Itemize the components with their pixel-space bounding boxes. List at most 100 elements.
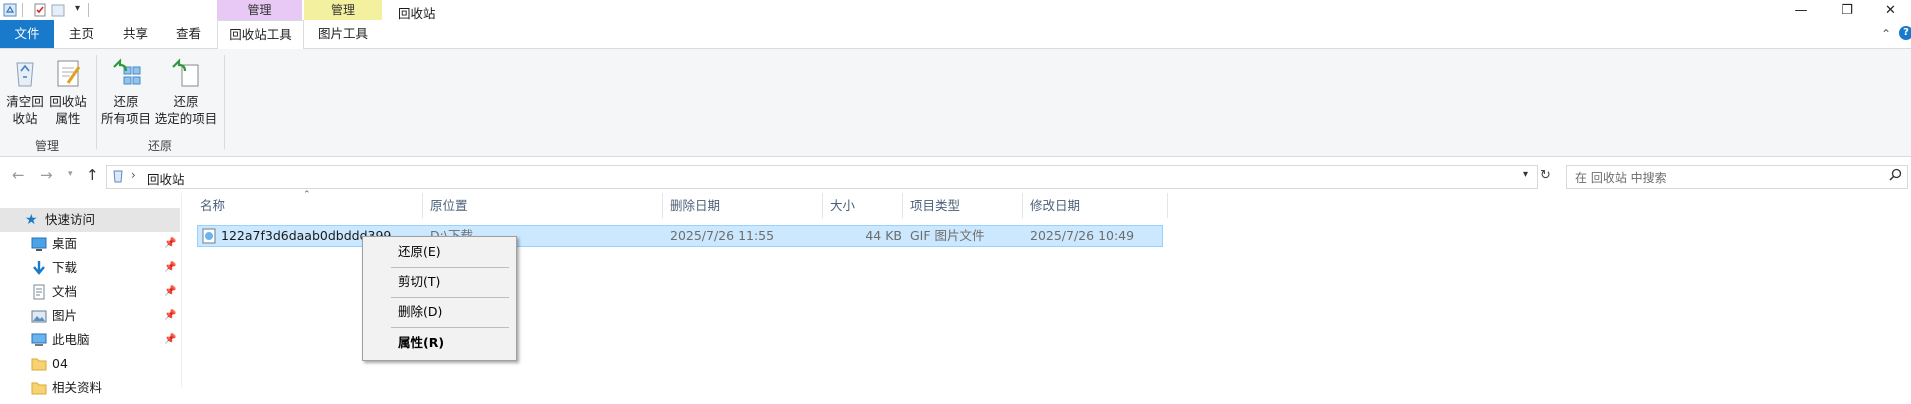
column-header-date-modified[interactable]: 修改日期 xyxy=(1023,193,1168,218)
tab-home[interactable]: 主页 xyxy=(60,20,103,48)
nav-label: 桌面 xyxy=(52,236,78,251)
context-header-manage-picture: 管理 xyxy=(304,0,382,20)
nav-item-desktop[interactable]: 桌面 📌 xyxy=(0,232,180,256)
nav-label: 下载 xyxy=(52,260,78,275)
minimize-button[interactable]: — xyxy=(1778,0,1824,22)
nav-item-documents[interactable]: 文档 📌 xyxy=(0,280,180,304)
nav-item-quick-access[interactable]: ★ 快速访问 xyxy=(0,208,180,232)
menu-item-restore[interactable]: 还原(E) xyxy=(364,240,515,264)
navigation-bar: ← → ▾ ↑ › 回收站 ▾ ↻ 在 回收站 中搜索 xyxy=(0,158,1911,192)
tab-file[interactable]: 文件 xyxy=(0,20,54,48)
up-arrow-icon[interactable]: ↑ xyxy=(86,166,99,184)
button-label: 还原 xyxy=(173,94,199,109)
recycle-bin-icon xyxy=(9,57,41,89)
new-folder-icon[interactable] xyxy=(51,3,65,17)
menu-separator xyxy=(391,327,509,328)
download-arrow-icon xyxy=(31,260,47,276)
search-icon[interactable] xyxy=(1889,168,1902,184)
column-header-type[interactable]: 项目类型 xyxy=(903,193,1023,218)
button-label: 还原 xyxy=(113,94,139,109)
button-label: 所有项目 xyxy=(100,111,151,126)
restore-button[interactable]: ❐ xyxy=(1824,0,1870,22)
restore-all-items-button[interactable]: 还原 所有项目 xyxy=(100,57,152,127)
folder-icon xyxy=(31,380,47,396)
address-dropdown-chevron-icon[interactable]: ▾ xyxy=(1523,169,1528,180)
group-label-manage: 管理 xyxy=(34,139,59,153)
column-header-name[interactable]: 名称 xyxy=(193,193,423,218)
nav-label: 快速访问 xyxy=(45,212,96,227)
pin-icon: 📌 xyxy=(164,286,177,297)
file-type: GIF 图片文件 xyxy=(910,228,985,243)
forward-arrow-icon[interactable]: → xyxy=(40,166,53,184)
tab-recycle-bin-tools[interactable]: 回收站工具 xyxy=(217,20,304,50)
computer-icon xyxy=(31,332,47,348)
file-row[interactable]: 122a7f3d6daab0dbddd399f..4 D:\下载 2025/7/… xyxy=(197,225,1163,247)
nav-label: 图片 xyxy=(52,308,78,323)
group-separator xyxy=(224,55,225,149)
ribbon-body: 清空回 收站 回收站 属性 管理 还原 所有项目 还原 选定的项目 还原 xyxy=(0,49,1911,157)
breadcrumb-recycle-bin[interactable]: 回收站 xyxy=(147,169,185,188)
search-placeholder: 在 回收站 中搜索 xyxy=(1575,171,1667,185)
context-header-manage: 管理 xyxy=(217,0,302,20)
group-separator xyxy=(96,55,97,149)
customize-qat-icon[interactable]: ▾ xyxy=(75,3,80,14)
recycle-bin-icon xyxy=(111,169,125,183)
pin-icon: 📌 xyxy=(164,310,177,321)
folder-icon xyxy=(31,356,47,372)
menu-separator xyxy=(391,297,509,298)
properties-icon[interactable] xyxy=(33,3,47,17)
column-header-row: ⌃ 名称 原位置 删除日期 大小 项目类型 修改日期 xyxy=(193,190,1168,218)
help-icon[interactable]: ? xyxy=(1899,26,1911,40)
menu-separator xyxy=(391,267,509,268)
button-label: 属性 xyxy=(55,111,81,126)
nav-item-folder-04[interactable]: 04 xyxy=(0,352,180,376)
recycle-bin-app-icon xyxy=(3,3,17,17)
document-icon xyxy=(31,284,47,300)
search-box[interactable]: 在 回收站 中搜索 xyxy=(1566,165,1908,189)
menu-item-cut[interactable]: 剪切(T) xyxy=(364,270,515,294)
nav-item-folder-materials[interactable]: 相关资料 xyxy=(0,376,180,400)
column-header-original-location[interactable]: 原位置 xyxy=(423,193,663,218)
nav-label: 此电脑 xyxy=(52,332,90,347)
file-date-deleted: 2025/7/26 11:55 xyxy=(670,228,775,243)
column-header-date-deleted[interactable]: 删除日期 xyxy=(663,193,823,218)
restore-selected-icon xyxy=(170,57,202,89)
tab-view[interactable]: 查看 xyxy=(167,20,210,48)
back-arrow-icon[interactable]: ← xyxy=(12,166,25,184)
context-menu: 还原(E) 剪切(T) 删除(D) 属性(R) xyxy=(362,236,517,361)
nav-label: 04 xyxy=(52,356,68,371)
recent-locations-chevron-icon[interactable]: ▾ xyxy=(68,169,73,179)
navigation-pane: ★ 快速访问 桌面 📌 下载 📌 文档 📌 图片 📌 此电脑 📌 04 相关资料 xyxy=(0,193,182,395)
tab-picture-tools[interactable]: 图片工具 xyxy=(304,20,382,48)
menu-item-delete[interactable]: 删除(D) xyxy=(364,300,515,324)
button-label: 收站 xyxy=(12,111,38,126)
picture-icon xyxy=(31,308,47,324)
properties-icon xyxy=(52,57,84,89)
pin-icon: 📌 xyxy=(164,334,177,345)
divider xyxy=(88,3,89,17)
ribbon-tab-row: 文件 主页 共享 查看 回收站工具 图片工具 ⌃ ? xyxy=(0,20,1911,50)
star-icon: ★ xyxy=(25,212,38,228)
column-header-size[interactable]: 大小 xyxy=(823,193,903,218)
desktop-icon xyxy=(31,236,47,252)
empty-recycle-bin-button[interactable]: 清空回 收站 xyxy=(4,57,46,127)
refresh-icon[interactable]: ↻ xyxy=(1540,168,1551,183)
button-label: 选定的项目 xyxy=(154,111,218,126)
nav-item-pictures[interactable]: 图片 📌 xyxy=(0,304,180,328)
restore-selected-items-button[interactable]: 还原 选定的项目 xyxy=(154,57,218,127)
title-bar: ▾ 管理 管理 回收站 — ❐ ✕ xyxy=(0,0,1911,22)
address-bar[interactable]: › 回收站 ▾ xyxy=(106,165,1538,189)
recycle-bin-properties-button[interactable]: 回收站 属性 xyxy=(47,57,89,127)
breadcrumb-separator: › xyxy=(131,168,136,182)
nav-item-downloads[interactable]: 下载 📌 xyxy=(0,256,180,280)
pin-icon: 📌 xyxy=(164,238,177,249)
collapse-ribbon-icon[interactable]: ⌃ xyxy=(1881,27,1891,41)
tab-share[interactable]: 共享 xyxy=(113,20,158,48)
menu-item-properties[interactable]: 属性(R) xyxy=(364,331,515,355)
pin-icon: 📌 xyxy=(164,262,177,273)
restore-all-icon xyxy=(110,57,142,89)
nav-label: 文档 xyxy=(52,284,78,299)
nav-label: 相关资料 xyxy=(52,380,103,395)
close-button[interactable]: ✕ xyxy=(1870,0,1911,22)
nav-item-this-pc[interactable]: 此电脑 📌 xyxy=(0,328,180,352)
